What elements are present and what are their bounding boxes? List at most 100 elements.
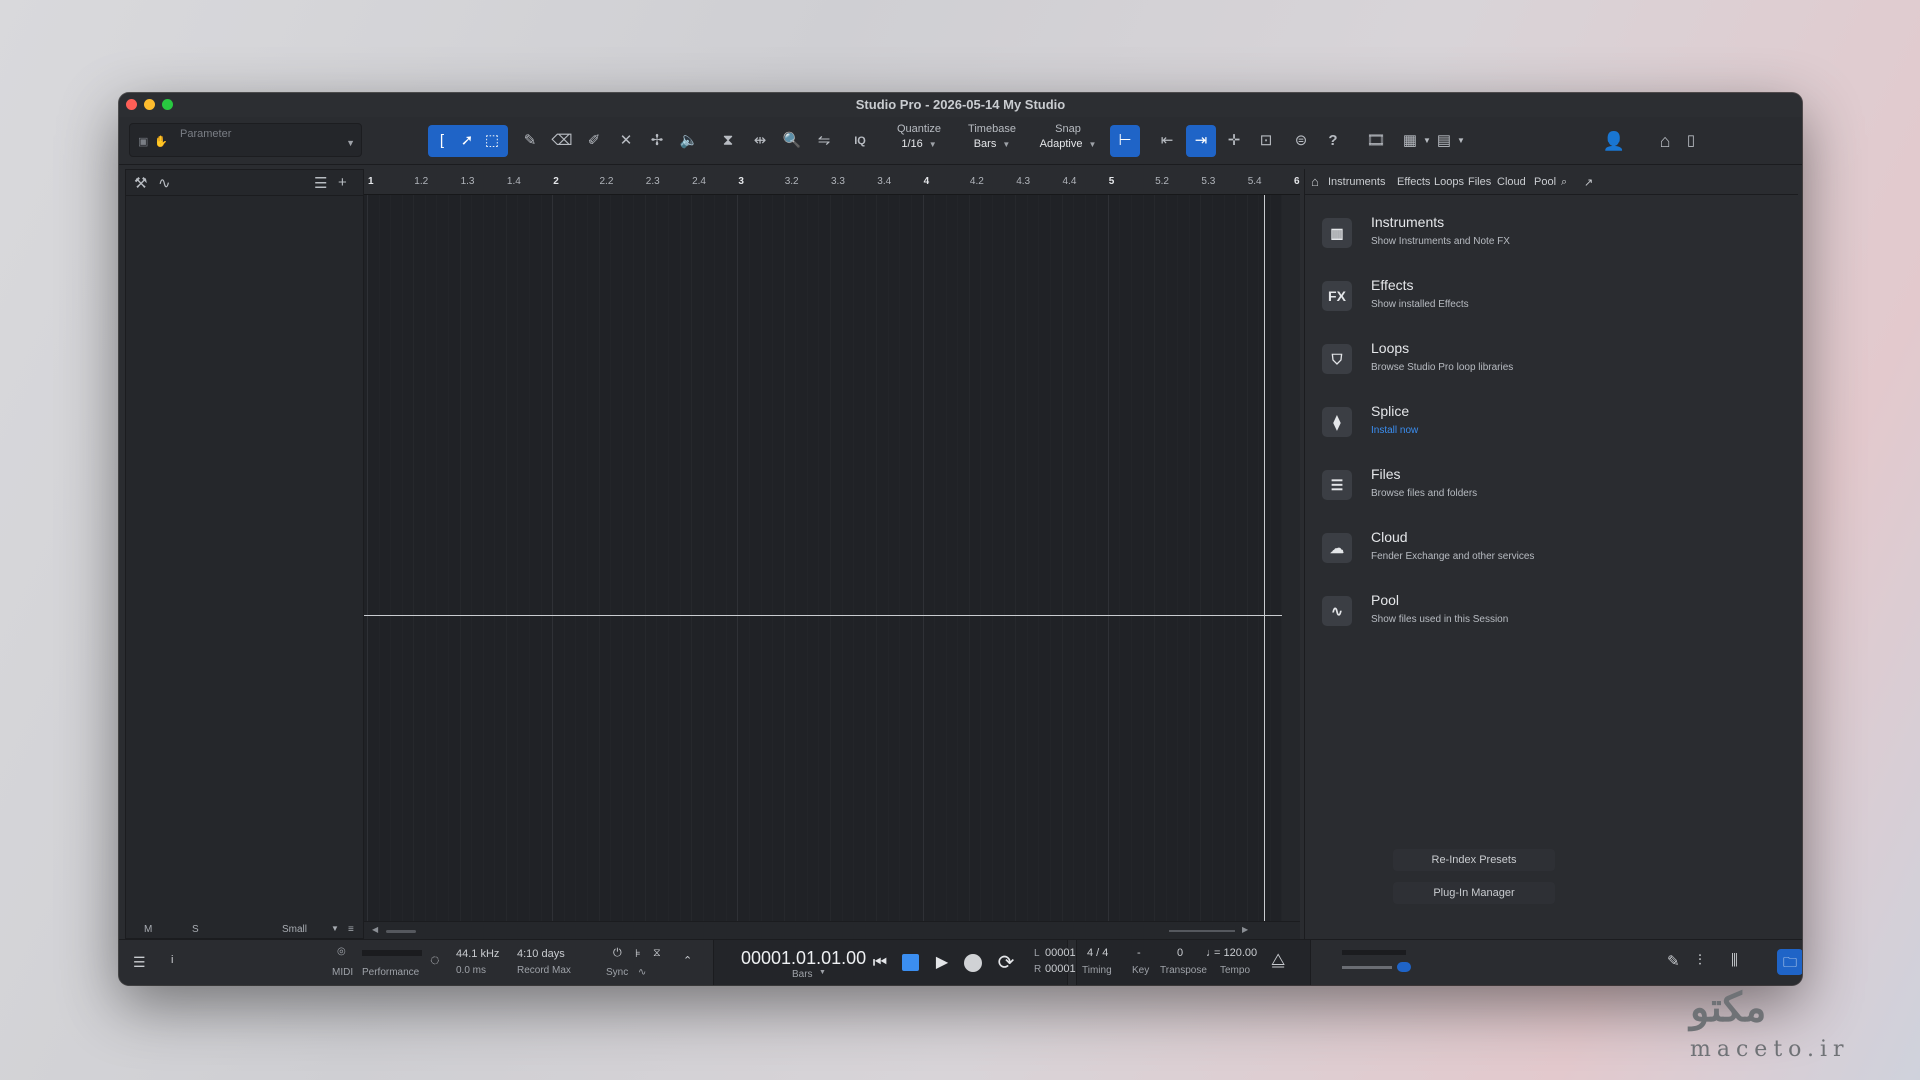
search-icon[interactable]: ⌕: [1561, 176, 1567, 189]
time-signature[interactable]: 4 / 4: [1087, 947, 1108, 959]
pencil-tool-icon[interactable]: ✎: [518, 129, 542, 153]
quantize-dropdown[interactable]: Quantize 1/16 ▼: [891, 123, 947, 150]
power-icon[interactable]: ⏻: [613, 947, 622, 960]
master-toggle[interactable]: [1397, 962, 1411, 972]
reindex-presets-button[interactable]: Re-Index Presets: [1393, 849, 1555, 871]
tab-effects[interactable]: Effects: [1397, 176, 1430, 188]
sync-marker-icon[interactable]: ⊧: [635, 947, 641, 960]
zoom-window-button[interactable]: [162, 99, 173, 110]
autoscroll-icon[interactable]: ⇤: [1155, 129, 1179, 153]
range-bracket-icon[interactable]: [: [430, 129, 454, 153]
snap-dropdown[interactable]: Snap Adaptive ▼: [1033, 123, 1103, 150]
arrange-grid[interactable]: [364, 195, 1468, 921]
browser-item-splice[interactable]: ⧫ Splice Install now: [1317, 396, 1777, 446]
user-account-icon[interactable]: 👤: [1602, 129, 1626, 153]
tab-cloud[interactable]: Cloud: [1497, 176, 1526, 188]
chevron-down-icon[interactable]: ▼: [819, 969, 826, 976]
transpose-value[interactable]: 0: [1177, 947, 1183, 959]
browser-toggle-button[interactable]: 🗀: [1777, 949, 1802, 975]
video-icon[interactable]: 🎞: [1364, 129, 1388, 153]
minimize-window-button[interactable]: [144, 99, 155, 110]
metronome-sync-icon[interactable]: ⧖: [653, 947, 661, 960]
list-icon[interactable]: ≡: [348, 924, 354, 935]
bend-tool-icon[interactable]: ✢: [645, 129, 669, 153]
browser-item-files[interactable]: ☰ Files Browse files and folders: [1317, 459, 1777, 509]
hand-icon[interactable]: ✋: [154, 135, 168, 148]
zoom-slider[interactable]: [1169, 930, 1235, 932]
sync-wave-icon[interactable]: ∿: [638, 967, 646, 978]
zoom-tool-icon[interactable]: 🔍: [780, 129, 804, 153]
crosshair-icon[interactable]: ⊡: [1254, 129, 1278, 153]
edit-pencil-icon[interactable]: ✎: [1667, 952, 1680, 970]
automation-curve-icon[interactable]: ∿: [158, 174, 171, 192]
tab-loops[interactable]: Loops: [1434, 176, 1464, 188]
metronome-icon[interactable]: ⧋: [1271, 952, 1285, 970]
wrench-icon[interactable]: ⚒: [134, 174, 147, 192]
install-now-link[interactable]: Install now: [1371, 425, 1418, 436]
mixer-faders-icon[interactable]: ⫶: [1698, 952, 1702, 969]
follow-playhead-button[interactable]: ⇥: [1186, 125, 1216, 157]
tempo-value[interactable]: = 120.00: [1214, 947, 1257, 959]
snap-to-grid-button[interactable]: ⊢: [1110, 125, 1140, 157]
home-icon[interactable]: ⌂: [1311, 174, 1319, 189]
rewind-button[interactable]: ⏮: [869, 952, 891, 974]
expand-icon[interactable]: ↗: [1584, 176, 1593, 189]
automation-a-icon[interactable]: ▣: [138, 135, 148, 148]
chevron-up-icon[interactable]: ⌃: [683, 954, 692, 967]
loop-button[interactable]: ⟳: [995, 952, 1017, 974]
slip-tool-icon[interactable]: ⇋: [812, 129, 836, 153]
timecode-format[interactable]: Bars: [792, 969, 813, 980]
arrow-tool-icon[interactable]: ➚: [455, 129, 479, 153]
eraser-tool-icon[interactable]: ⌫: [550, 129, 574, 153]
timecode-display[interactable]: 00001.01.01.00: [741, 948, 866, 969]
add-track-icon[interactable]: +: [338, 174, 347, 191]
plugin-manager-button[interactable]: Plug-In Manager: [1393, 882, 1555, 904]
edit-cursor-icon[interactable]: ✛: [1222, 129, 1246, 153]
chevron-down-icon[interactable]: ▼: [346, 138, 355, 148]
channel-strips-icon[interactable]: ⫼: [1731, 952, 1738, 969]
scrollbar-thumb[interactable]: [386, 930, 416, 933]
key-value[interactable]: -: [1137, 947, 1141, 959]
list-icon[interactable]: ☰: [314, 174, 327, 192]
split-tool-icon[interactable]: ⧗: [716, 129, 740, 153]
tab-instruments[interactable]: Instruments: [1328, 176, 1385, 188]
menu-icon[interactable]: ☰: [133, 954, 146, 971]
home-icon[interactable]: ⌂: [1653, 129, 1677, 153]
parameter-field[interactable]: ▣ ✋ Parameter ▼: [129, 123, 362, 157]
scroll-left-icon[interactable]: ◀: [372, 925, 378, 934]
stretch-tool-icon[interactable]: ⇹: [748, 129, 772, 153]
browser-item-instruments[interactable]: ▥ Instruments Show Instruments and Note …: [1317, 207, 1777, 257]
play-button[interactable]: ▶: [931, 952, 953, 974]
listen-tool-icon[interactable]: 🔈: [677, 129, 701, 153]
browser-item-effects[interactable]: FX Effects Show installed Effects: [1317, 270, 1777, 320]
info-button[interactable]: i: [171, 954, 173, 966]
browser-item-pool[interactable]: ∿ Pool Show files used in this Session: [1317, 585, 1777, 635]
mute-tool-icon[interactable]: ✕: [614, 129, 638, 153]
track-size-dropdown[interactable]: Small: [282, 924, 307, 935]
scroll-right-icon[interactable]: ▶: [1242, 925, 1248, 934]
chevron-down-icon[interactable]: ▼: [1449, 129, 1473, 153]
pan-icon[interactable]: ⊜: [1289, 129, 1313, 153]
master-volume-slider[interactable]: [1342, 966, 1392, 969]
browser-item-cloud[interactable]: ☁ Cloud Fender Exchange and other servic…: [1317, 522, 1777, 572]
horizontal-scrollbar[interactable]: ◀ ▶: [364, 921, 1300, 939]
chevron-down-icon[interactable]: ▼: [331, 924, 339, 933]
timeline-ruler[interactable]: 1 1.2 1.3 1.4 2 2.2 2.3 2.4 3 3.2 3.3 3.4 4 4.2 4.3 4.4…: [364, 169, 1447, 195]
range-tool-icon[interactable]: ⬚: [480, 129, 504, 153]
close-window-button[interactable]: [126, 99, 137, 110]
help-button[interactable]: ?: [1321, 129, 1345, 153]
record-button[interactable]: [964, 954, 982, 972]
page-icon[interactable]: ▯: [1679, 129, 1703, 153]
sample-rate[interactable]: 44.1 kHz: [456, 948, 499, 960]
arrange-view[interactable]: 1 1.2 1.3 1.4 2 2.2 2.3 2.4 3 3.2 3.3 3.4 4 4.2 4.3 4.4…: [364, 169, 1468, 939]
tab-pool[interactable]: Pool: [1534, 176, 1556, 188]
timebase-dropdown[interactable]: Timebase Bars ▼: [959, 123, 1025, 150]
vertical-scrollbar[interactable]: [1282, 195, 1300, 939]
tab-files[interactable]: Files: [1468, 176, 1491, 188]
mute-button[interactable]: M: [144, 924, 152, 935]
paint-tool-icon[interactable]: ✐: [582, 129, 606, 153]
iq-button[interactable]: IQ: [848, 129, 872, 153]
browser-item-loops[interactable]: ⛉ Loops Browse Studio Pro loop libraries: [1317, 333, 1777, 383]
solo-button[interactable]: S: [192, 924, 199, 935]
stop-button[interactable]: [902, 954, 919, 971]
